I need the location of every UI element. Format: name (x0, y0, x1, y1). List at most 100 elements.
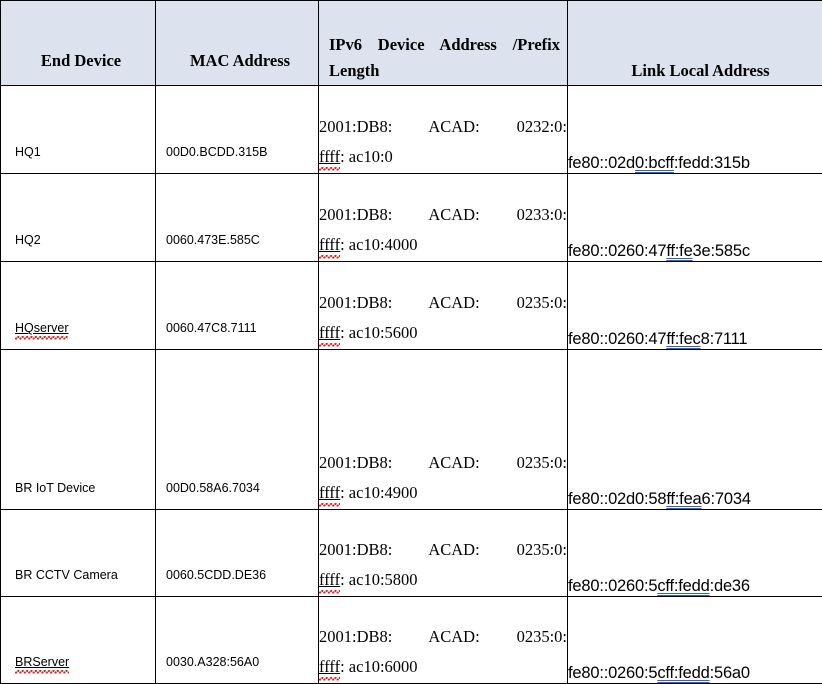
cell-ipv6-address: 2001:DB8: ACAD: 0233:0: ffff: ac10:4000 (319, 174, 568, 262)
column-header-link-local-label: Link Local Address (568, 49, 822, 85)
ipv6-line1: 2001:DB8: ACAD: 0235:0: (319, 622, 567, 653)
end-device-text: BR IoT Device (15, 481, 95, 495)
lla-eui64-segment: cff:fedd (657, 664, 709, 682)
ipv6-ffff-segment: ffff (319, 323, 340, 342)
table-body: HQ1 00D0.BCDD.315B 2001:DB8: ACAD: 0232:… (1, 86, 822, 684)
ipv6-suffix: : ac10:4900 (340, 483, 417, 502)
column-header-mac-address: MAC Address (156, 1, 319, 86)
cell-mac-address: 00D0.58A6.7034 (156, 350, 319, 510)
ipv6-ffff-segment: ffff (319, 147, 340, 166)
end-device-name: BR IoT Device (1, 481, 155, 509)
end-device-text: HQserver (15, 321, 68, 335)
end-device-name: HQserver (1, 321, 155, 349)
mac-address-text: 0060.47C8.7111 (156, 321, 318, 349)
end-device-text: HQ2 (15, 233, 41, 247)
column-header-end-device: End Device (1, 1, 156, 86)
ipv6-suffix: : ac10:5600 (340, 323, 417, 342)
cell-ipv6-address: 2001:DB8: ACAD: 0235:0: ffff: ac10:5600 (319, 262, 568, 350)
end-device-text: HQ1 (15, 145, 41, 159)
end-device-name: BRServer (1, 655, 155, 683)
lla-suffix: 8:7111 (701, 330, 748, 348)
mac-address-text: 0030.A328:56A0 (156, 655, 318, 683)
cell-mac-address: 0060.47C8.7111 (156, 262, 319, 350)
cell-ipv6-address: 2001:DB8: ACAD: 0232:0: ffff: ac10:0 (319, 86, 568, 174)
lla-prefix: fe80::02d (568, 154, 635, 172)
column-header-ipv6-line1: IPv6 Device Address /Prefix (329, 32, 560, 59)
cell-link-local-address: fe80::02d0:58ff:fea6:7034 (568, 350, 822, 510)
table-header-row: End Device MAC Address IPv6 Device Addre… (1, 1, 822, 86)
cell-link-local-address: fe80::0260:47ff:fec8:7111 (568, 262, 822, 350)
column-header-end-device-label: End Device (1, 48, 155, 85)
cell-end-device: BR CCTV Camera (1, 510, 156, 597)
cell-ipv6-address: 2001:DB8: ACAD: 0235:0: ffff: ac10:5800 (319, 510, 568, 597)
mac-address-text: 00D0.58A6.7034 (156, 481, 318, 509)
lla-eui64-segment: ff:fec (666, 330, 700, 348)
ipv6-line1: 2001:DB8: ACAD: 0232:0: (319, 112, 567, 143)
cell-end-device: HQserver (1, 262, 156, 350)
ipv6-suffix: : ac10:4000 (340, 235, 417, 254)
column-header-ipv6-label: IPv6 Device Address /Prefix Length (319, 23, 567, 85)
end-device-text: BR CCTV Camera (15, 568, 118, 582)
ipv6-suffix: : ac10:0 (340, 147, 393, 166)
ipv6-ffff-segment: ffff (319, 657, 340, 676)
cell-mac-address: 0060.5CDD.DE36 (156, 510, 319, 597)
ipv6-line2: ffff: ac10:5800 (319, 565, 567, 596)
lla-eui64-segment: cff:fedd (657, 577, 709, 595)
lla-prefix: fe80::0260:47 (568, 330, 666, 348)
ipv6-line1: 2001:DB8: ACAD: 0235:0: (319, 448, 567, 479)
ipv6-ffff-segment: ffff (319, 483, 340, 502)
lla-suffix: :de36 (710, 577, 750, 595)
ipv6-line1: 2001:DB8: ACAD: 0233:0: (319, 200, 567, 231)
cell-ipv6-address: 2001:DB8: ACAD: 0235:0: ffff: ac10:6000 (319, 597, 568, 684)
lla-prefix: fe80::0260:5 (568, 577, 657, 595)
end-device-name: HQ2 (1, 233, 155, 261)
ipv6-ffff-segment: ffff (319, 235, 340, 254)
ipv6-line1: 2001:DB8: ACAD: 0235:0: (319, 288, 567, 319)
table-row: BRServer 0030.A328:56A0 2001:DB8: ACAD: … (1, 597, 822, 684)
table-row: HQ2 0060.473E.585C 2001:DB8: ACAD: 0233:… (1, 174, 822, 262)
lla-suffix: :56a0 (710, 664, 750, 682)
cell-ipv6-address: 2001:DB8: ACAD: 0235:0: ffff: ac10:4900 (319, 350, 568, 510)
cell-mac-address: 0030.A328:56A0 (156, 597, 319, 684)
end-device-name: HQ1 (1, 145, 155, 173)
cell-link-local-address: fe80::0260:5cff:fedd:de36 (568, 510, 822, 597)
end-device-text: BRServer (15, 655, 69, 669)
mac-address-text: 00D0.BCDD.315B (156, 145, 318, 173)
cell-end-device: BR IoT Device (1, 350, 156, 510)
lla-prefix: fe80::02d0:58 (568, 490, 666, 508)
table-row: HQserver 0060.47C8.7111 2001:DB8: ACAD: … (1, 262, 822, 350)
table-row: BR IoT Device 00D0.58A6.7034 2001:DB8: A… (1, 350, 822, 510)
table-row: HQ1 00D0.BCDD.315B 2001:DB8: ACAD: 0232:… (1, 86, 822, 174)
cell-link-local-address: fe80::0260:5cff:fedd:56a0 (568, 597, 822, 684)
lla-eui64-segment: ff:fea (666, 490, 701, 508)
column-header-mac-address-label: MAC Address (156, 48, 318, 85)
ipv6-suffix: : ac10:6000 (340, 657, 417, 676)
ipv6-line2: ffff: ac10:6000 (319, 652, 567, 683)
cell-link-local-address: fe80::0260:47ff:fe3e:585c (568, 174, 822, 262)
cell-end-device: HQ2 (1, 174, 156, 262)
lla-eui64-segment: ff:fe (666, 242, 692, 260)
table-row: BR CCTV Camera 0060.5CDD.DE36 2001:DB8: … (1, 510, 822, 597)
ipv6-line1: 2001:DB8: ACAD: 0235:0: (319, 535, 567, 566)
ipv6-line2: ffff: ac10:4900 (319, 478, 567, 509)
mac-address-text: 0060.473E.585C (156, 233, 318, 261)
column-header-ipv6-line2: Length (329, 58, 560, 85)
ipv6-line2: ffff: ac10:0 (319, 142, 567, 173)
ipv6-addressing-table: End Device MAC Address IPv6 Device Addre… (0, 0, 822, 684)
lla-eui64-segment: 0:bcff (635, 154, 674, 172)
end-device-name: BR CCTV Camera (1, 568, 155, 596)
cell-mac-address: 0060.473E.585C (156, 174, 319, 262)
lla-prefix: fe80::0260:47 (568, 242, 666, 260)
ipv6-line2: ffff: ac10:5600 (319, 318, 567, 349)
ipv6-suffix: : ac10:5800 (340, 570, 417, 589)
cell-end-device: BRServer (1, 597, 156, 684)
lla-suffix: :fedd:315b (674, 154, 750, 172)
column-header-ipv6-device-address: IPv6 Device Address /Prefix Length (319, 1, 568, 86)
lla-suffix: 6:7034 (702, 490, 751, 508)
lla-prefix: fe80::0260:5 (568, 664, 657, 682)
cell-end-device: HQ1 (1, 86, 156, 174)
cell-link-local-address: fe80::02d0:bcff:fedd:315b (568, 86, 822, 174)
lla-suffix: 3e:585c (693, 242, 750, 260)
ipv6-ffff-segment: ffff (319, 570, 340, 589)
cell-mac-address: 00D0.BCDD.315B (156, 86, 319, 174)
